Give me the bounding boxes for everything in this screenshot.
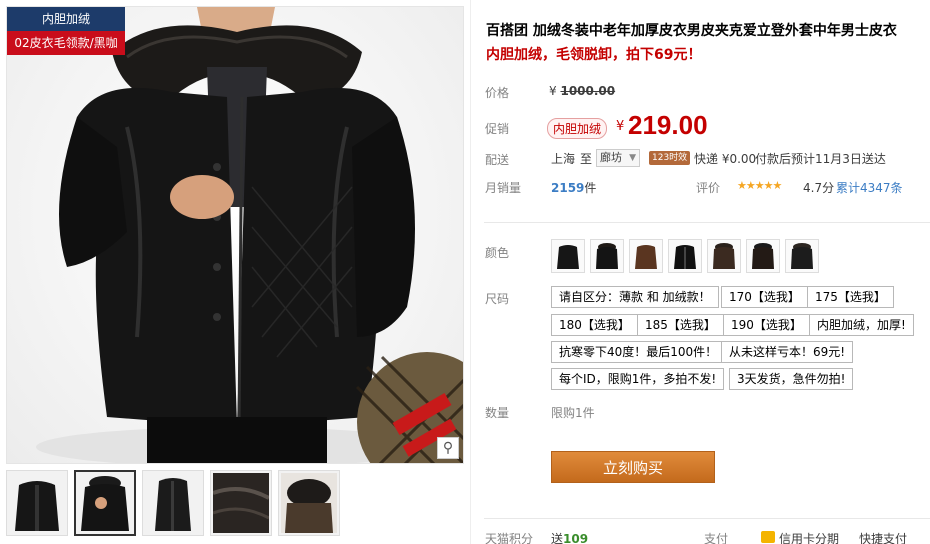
thumbnail-4[interactable]: [210, 470, 272, 536]
buy-now-button[interactable]: 立刻购买: [551, 451, 715, 483]
chevron-down-icon: ▼: [629, 153, 636, 163]
style-badge: 02皮衣毛领款/黑咖: [7, 31, 125, 55]
size-option[interactable]: 190【选我】: [723, 314, 810, 336]
thumbnail-strip: [6, 470, 340, 540]
delivery-time-badge: 123时效: [649, 151, 691, 165]
review-count-link[interactable]: 累计4347条: [836, 179, 903, 196]
price-label: 价格: [485, 86, 510, 100]
jacket-illustration: [36, 7, 463, 463]
shipping-eta: 付款后预计11月3日送达: [755, 152, 886, 166]
thumbnail-5[interactable]: [278, 470, 340, 536]
thumbnail-2[interactable]: [74, 470, 136, 536]
rating-score: 4.7分: [803, 181, 835, 195]
product-info-panel: 百搭团 加绒冬装中老年加厚皮衣男皮夹克爱立登外套中年男士皮衣 内胆加绒，毛领脱卸…: [470, 0, 930, 544]
magnifier-icon[interactable]: ⚲: [437, 437, 459, 459]
shipping-origin: 上海: [551, 152, 576, 166]
divider: [484, 222, 930, 223]
product-subtitle: 内胆加绒，毛领脱卸，拍下69元！: [486, 47, 702, 63]
payment-option-quickpay[interactable]: 快捷支付: [859, 530, 907, 544]
thumbnail-3[interactable]: [142, 470, 204, 536]
quantity-limit: 限购1件: [551, 406, 595, 420]
rating-stars-icon: ★★★★★: [737, 179, 782, 192]
size-option[interactable]: 从未这样亏本！69元!: [721, 341, 854, 363]
rating-label: 评价: [696, 181, 721, 195]
destination-select[interactable]: 廊坊 ▼: [596, 149, 640, 167]
size-label: 尺码: [485, 292, 510, 306]
shipping-to: 至: [580, 152, 593, 166]
size-option[interactable]: 内胆加绒，加厚!: [809, 314, 914, 336]
size-option[interactable]: 每个ID，限购1件，多拍不发!: [551, 368, 725, 390]
destination-value: 廊坊: [600, 151, 622, 164]
product-title: 百搭团 加绒冬装中老年加厚皮衣男皮夹克爱立登外套中年男士皮衣: [486, 23, 897, 39]
color-swatch-7[interactable]: [785, 239, 819, 273]
lining-badge: 内胆加绒: [7, 7, 125, 31]
monthly-sales-count: 2159: [551, 181, 585, 195]
size-option[interactable]: 185【选我】: [637, 314, 724, 336]
promo-label: 促销: [485, 122, 510, 136]
payment-label: 支付: [704, 532, 729, 544]
product-gallery: 内胆加绒 02皮衣毛领款/黑咖 ⚲: [0, 0, 466, 544]
size-option[interactable]: 180【选我】: [551, 314, 638, 336]
main-product-photo[interactable]: 内胆加绒 02皮衣毛领款/黑咖 ⚲: [6, 6, 464, 464]
original-price-currency: ¥: [549, 84, 557, 98]
color-swatch-2[interactable]: [590, 239, 624, 273]
shipping-carrier: 快递 ¥0.00: [694, 152, 757, 166]
color-swatch-3[interactable]: [629, 239, 663, 273]
monthly-sales-unit: 件: [584, 181, 597, 195]
size-option[interactable]: 175【选我】: [807, 286, 894, 308]
points-number: 109: [563, 532, 589, 544]
color-swatches: [551, 239, 819, 273]
size-option[interactable]: 170【选我】: [721, 286, 808, 308]
promo-tag: 内胆加绒: [547, 118, 608, 139]
payment-option-installment[interactable]: 信用卡分期: [779, 530, 839, 544]
credit-card-icon: [761, 531, 775, 543]
points-value: 送109: [551, 530, 588, 544]
color-swatch-1[interactable]: [551, 239, 585, 273]
points-label: 天猫积分: [485, 532, 534, 544]
color-swatch-6[interactable]: [746, 239, 780, 273]
thumbnail-1[interactable]: [6, 470, 68, 536]
color-swatch-5[interactable]: [707, 239, 741, 273]
monthly-sales-label: 月销量: [485, 181, 522, 195]
points-prefix: 送: [551, 532, 564, 544]
color-label: 颜色: [485, 246, 510, 260]
size-option[interactable]: 抗寒零下40度！最后100件！: [551, 341, 726, 363]
monthly-sales: 2159件: [551, 179, 596, 196]
original-price-value: 1000.00: [560, 84, 616, 98]
promo-price: 219.00: [628, 110, 708, 140]
quantity-label: 数量: [485, 406, 510, 420]
size-option[interactable]: 3天发货，急件勿拍!: [729, 368, 854, 390]
shipping-label: 配送: [485, 153, 510, 167]
promo-currency: ¥: [616, 119, 625, 134]
original-price: ¥ 1000.00: [549, 84, 615, 98]
divider: [484, 518, 930, 519]
size-option[interactable]: 请自区分：薄款 和 加绒款！: [551, 286, 719, 308]
color-swatch-4[interactable]: [668, 239, 702, 273]
